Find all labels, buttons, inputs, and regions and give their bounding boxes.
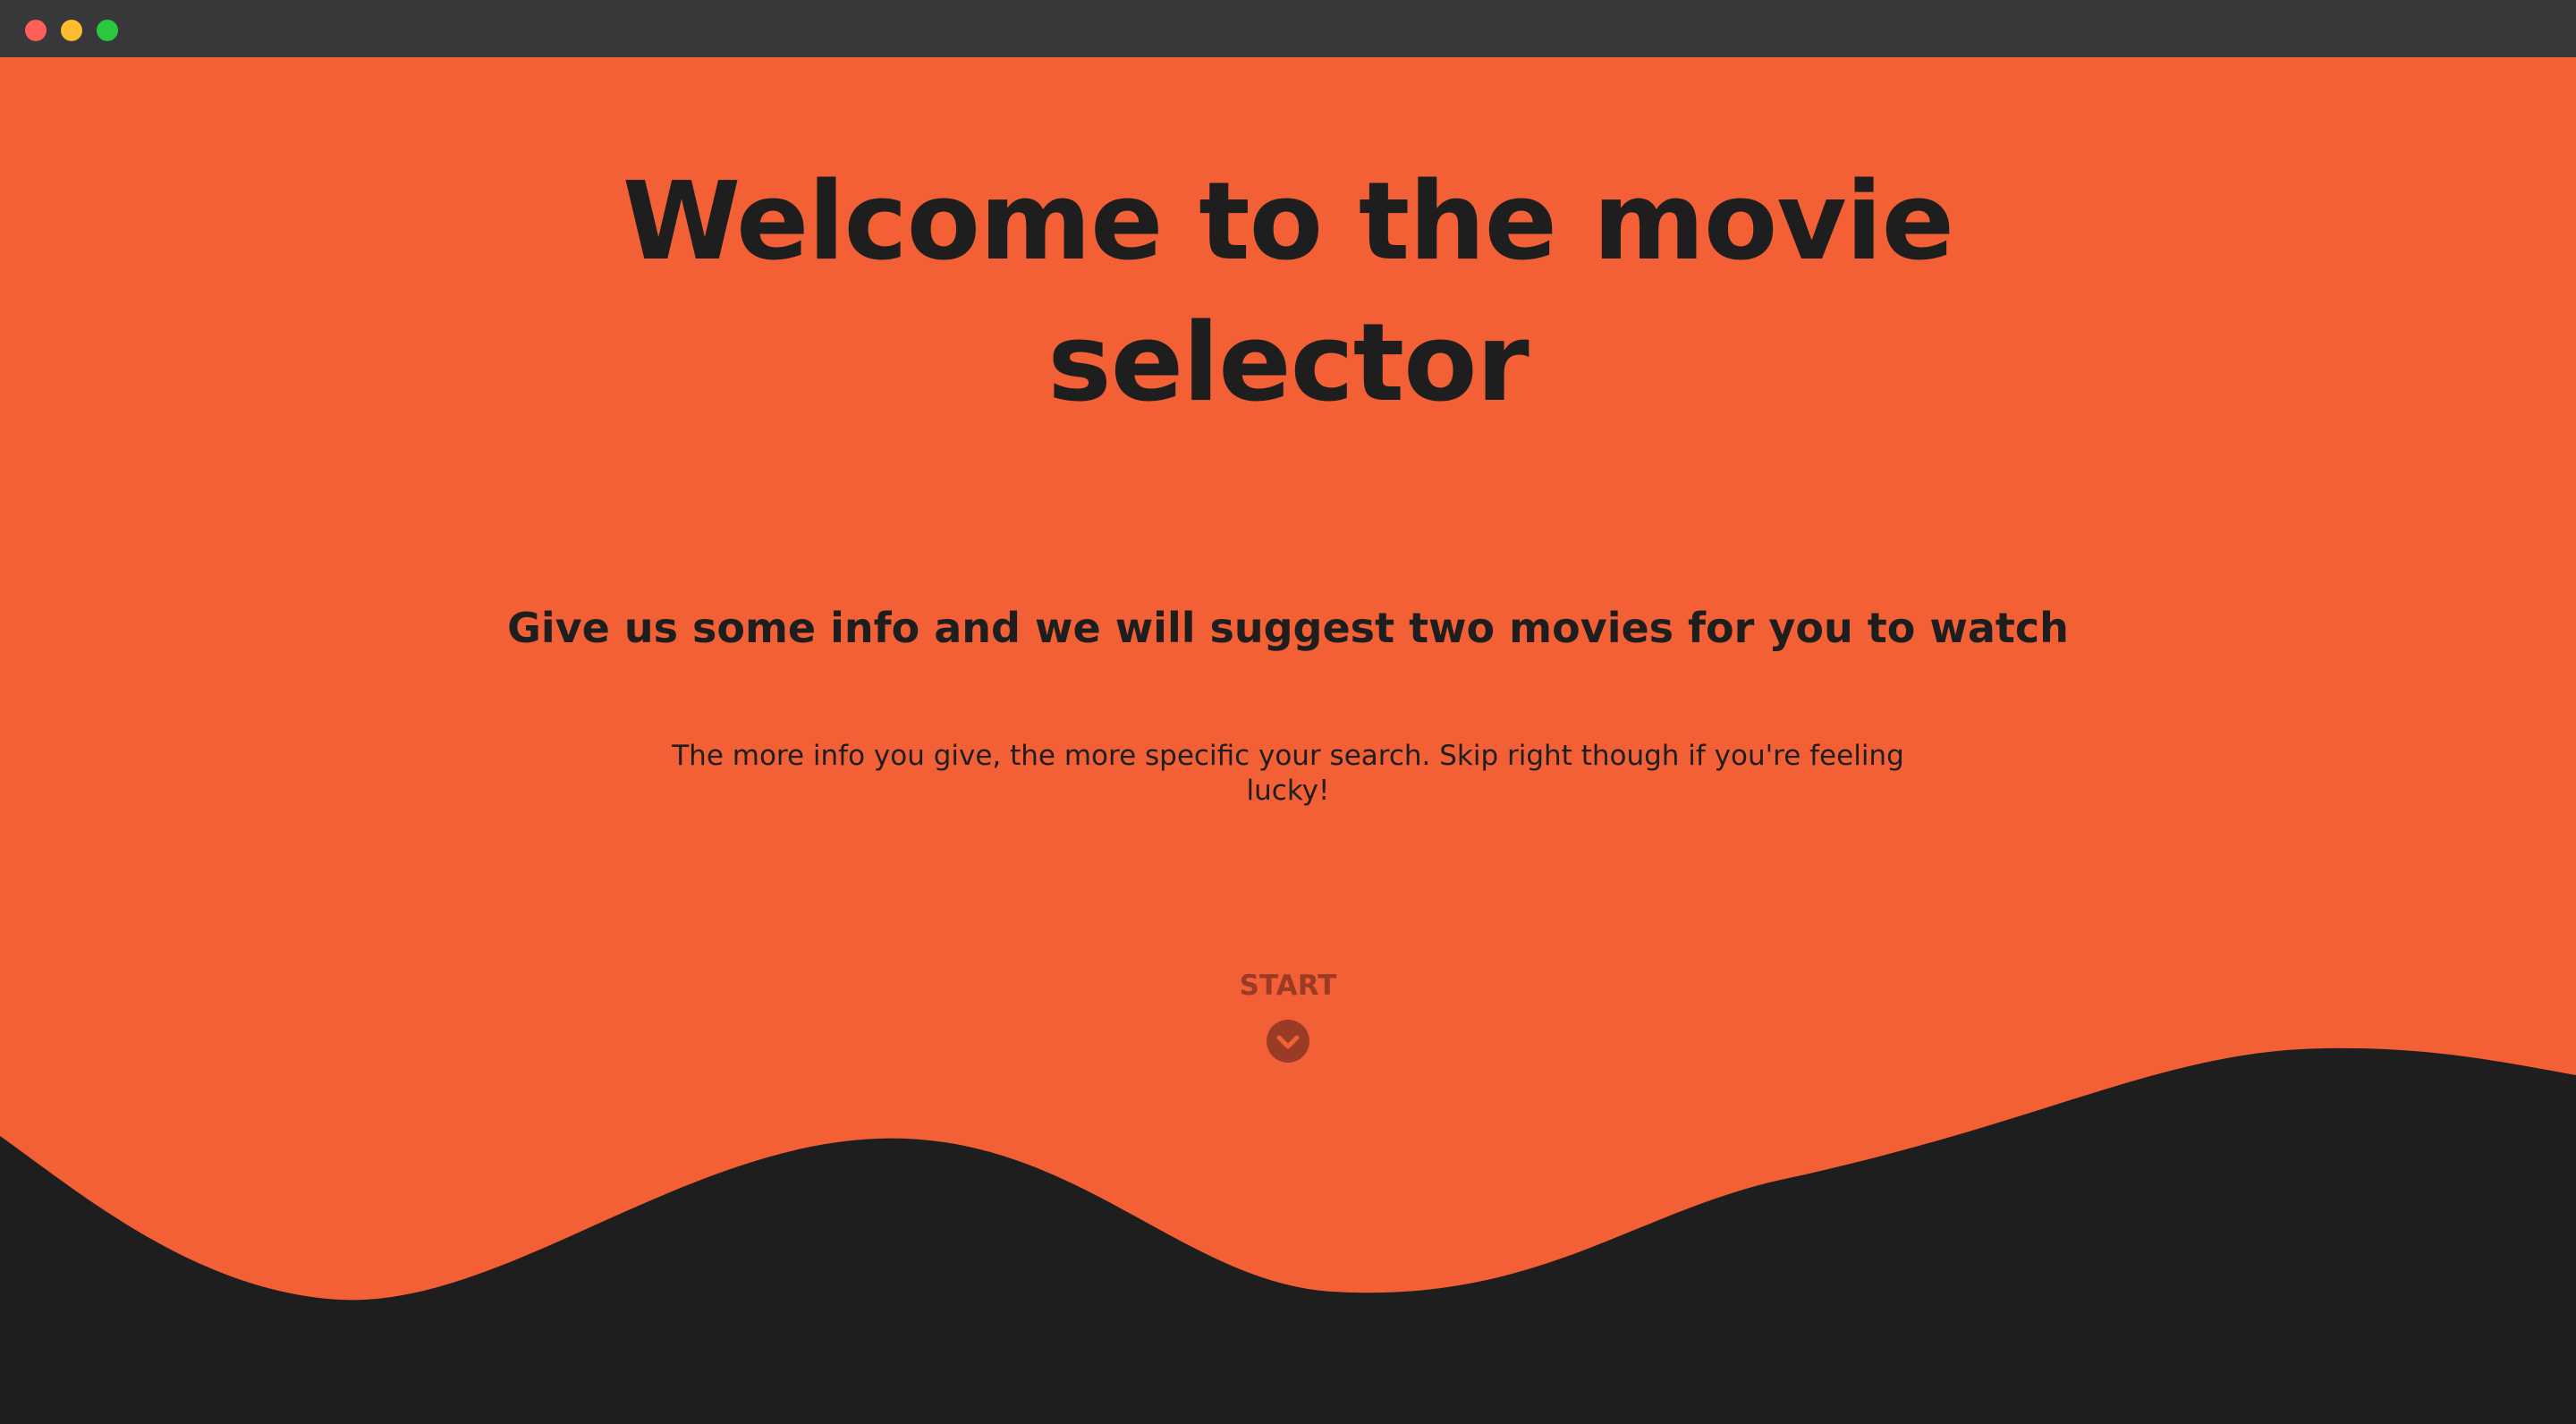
start-label: START	[1239, 970, 1337, 1002]
welcome-page: Welcome to the movie selector Give us so…	[0, 57, 2576, 1424]
close-window-button[interactable]	[25, 20, 47, 41]
page-subtitle: Give us some info and we will suggest tw…	[507, 604, 2069, 652]
window-titlebar	[0, 0, 2576, 57]
start-button[interactable]: START	[1154, 968, 1422, 1093]
chevron-down-icon	[1267, 1020, 1309, 1063]
minimize-window-button[interactable]	[61, 20, 82, 41]
maximize-window-button[interactable]	[97, 20, 118, 41]
page-description: The more info you give, the more specifi…	[672, 740, 1904, 807]
page-title: Welcome to the movie selector	[622, 160, 1954, 426]
